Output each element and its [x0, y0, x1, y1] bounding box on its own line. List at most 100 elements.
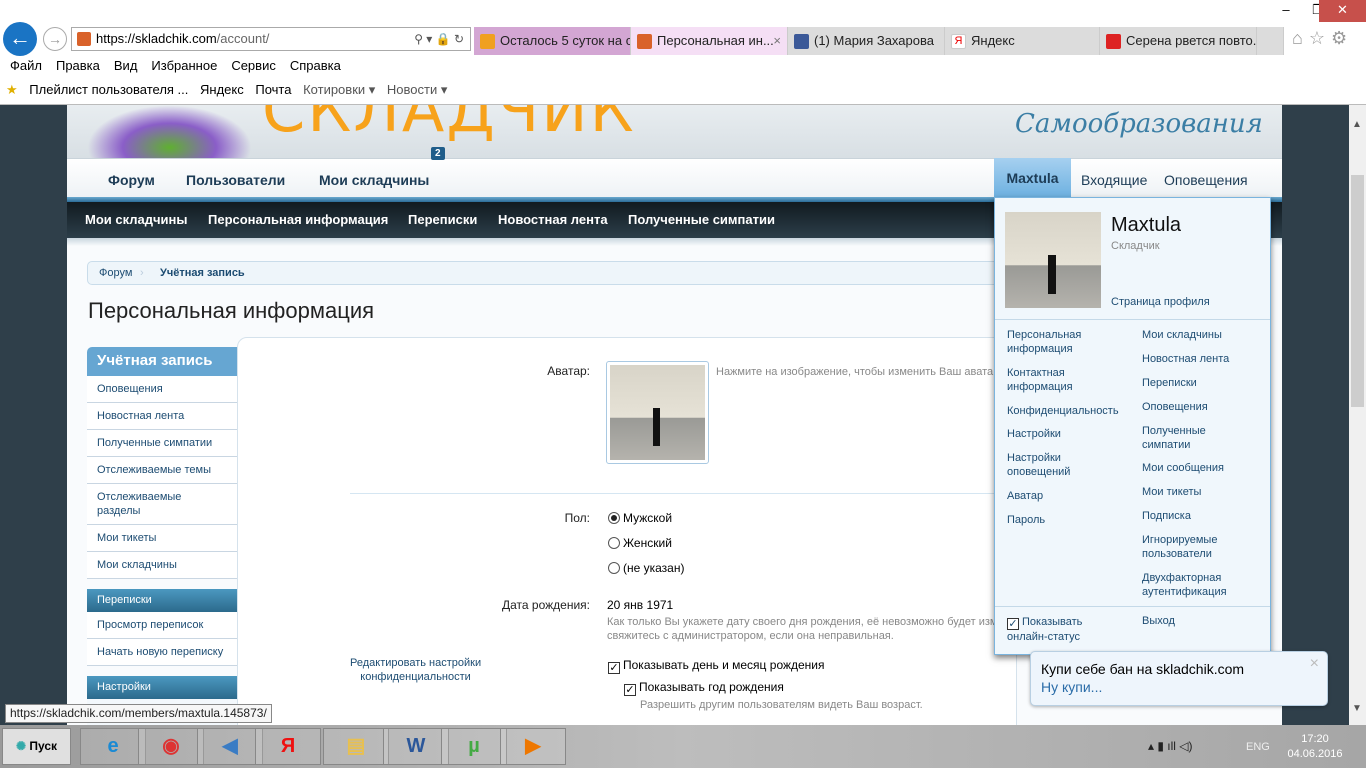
subnav-likes[interactable]: Полученные симпатии [628, 212, 775, 227]
nav-users[interactable]: Пользователи [186, 172, 285, 188]
avatar-button[interactable] [606, 361, 709, 464]
menu-help[interactable]: Справка [290, 58, 341, 73]
browser-tab[interactable]: Я Яндекс [945, 27, 1100, 55]
scroll-down-icon[interactable]: ▼ [1352, 703, 1362, 714]
notification-link[interactable]: Ну купи... [1041, 679, 1317, 695]
fav-playlist[interactable]: Плейлист пользователя ... [29, 82, 188, 97]
subnav-news-feed[interactable]: Новостная лента [498, 212, 608, 227]
menu-edit[interactable]: Правка [56, 58, 100, 73]
page-scrollbar[interactable]: ▲ ▼ [1349, 105, 1366, 725]
menu-tools[interactable]: Сервис [231, 58, 276, 73]
user-menu-tab[interactable]: Maxtula [994, 158, 1071, 198]
nav-my-skladchiny[interactable]: Мои складчины [319, 172, 429, 188]
taskbar-media[interactable]: ▶ [500, 728, 566, 765]
sidebar-item[interactable]: Новостная лента [87, 403, 237, 430]
subnav-my-skladchiny[interactable]: Мои складчины [85, 212, 188, 227]
dropdown-link[interactable]: Переписки [1142, 376, 1197, 390]
privacy-settings-link[interactable]: Редактировать настройки конфиденциальност… [350, 656, 481, 684]
dropdown-link[interactable]: Подписка [1142, 509, 1191, 523]
back-button[interactable]: ← [3, 22, 37, 56]
dropdown-link[interactable]: Новостная лента [1142, 352, 1229, 366]
breadcrumb-account[interactable]: Учётная запись [160, 267, 245, 279]
menu-view[interactable]: Вид [114, 58, 138, 73]
sidebar-item[interactable]: Полученные симпатии [87, 430, 237, 457]
show-year-checkbox[interactable]: ✓ Показывать год рождения [624, 680, 784, 696]
browser-tab[interactable]: Серена рвется повто... [1100, 27, 1257, 55]
dropdown-link[interactable]: Оповещения [1142, 400, 1208, 414]
sidebar-item[interactable]: Отслеживаемые разделы [87, 484, 237, 525]
settings-icon[interactable]: ⚙ [1331, 28, 1353, 48]
nav-forum[interactable]: Форум [108, 172, 155, 188]
taskbar-utorrent[interactable]: µ [441, 728, 507, 765]
home-icon[interactable]: ⌂ [1292, 28, 1309, 48]
logout-link[interactable]: Выход [1142, 614, 1175, 628]
browser-tab-active[interactable]: Персональная ин... × [631, 27, 788, 55]
menu-favorites[interactable]: Избранное [151, 58, 217, 73]
breadcrumb-forum[interactable]: Форум [99, 267, 132, 279]
favorites-icon[interactable]: ☆ [1309, 28, 1331, 48]
address-tools-icon[interactable]: ⚲ ▾ 🔒 ↻ [414, 28, 464, 50]
site-logo[interactable]: СКЛАДЧИК [262, 105, 636, 146]
dropdown-link[interactable]: Мои сообщения [1142, 461, 1224, 475]
scroll-up-icon[interactable]: ▲ [1352, 119, 1362, 130]
dropdown-link[interactable]: Настройки оповещений [1007, 451, 1107, 479]
online-status-checkbox[interactable]: ✓ Показывать онлайн-статус [1007, 615, 1107, 644]
sidebar-item[interactable]: Оповещения [87, 376, 237, 403]
dropdown-link[interactable]: Настройки [1007, 427, 1061, 441]
nav-inbox[interactable]: Входящие [1081, 172, 1147, 188]
dropdown-link[interactable]: Игнорируемые пользователи [1142, 533, 1232, 561]
gender-female-radio[interactable]: Женский [608, 536, 672, 550]
address-bar[interactable]: https://skladchik.com/account/ ⚲ ▾ 🔒 ↻ [71, 27, 471, 51]
taskbar-word[interactable]: W [383, 728, 449, 765]
dropdown-link[interactable]: Аватар [1007, 489, 1043, 503]
sidebar-item[interactable]: Мои тикеты [87, 525, 237, 552]
menu-file[interactable]: Файл [10, 58, 42, 73]
sidebar-item[interactable]: Отслеживаемые темы [87, 457, 237, 484]
forward-button[interactable]: → [43, 27, 67, 51]
taskbar-audio[interactable]: ◀ [197, 728, 263, 765]
clock[interactable]: 17:20 04.06.2016 [1285, 732, 1345, 762]
show-day-month-checkbox[interactable]: ✓ Показывать день и месяц рождения [608, 658, 825, 674]
scrollbar-thumb[interactable] [1351, 175, 1364, 407]
gender-unspecified-radio[interactable]: (не указан) [608, 561, 684, 575]
dropdown-link[interactable]: Полученные симпатии [1142, 424, 1222, 452]
nav-alerts[interactable]: Оповещения [1164, 172, 1248, 188]
taskbar-ie[interactable]: e [80, 728, 146, 765]
fav-mail[interactable]: Почта [255, 82, 291, 97]
start-button[interactable]: ✺ Пуск [2, 728, 71, 765]
profile-page-link[interactable]: Страница профиля [1111, 296, 1210, 308]
dropdown-link[interactable]: Конфиденциальность [1007, 404, 1119, 418]
new-tab-button[interactable] [1257, 27, 1284, 55]
language-indicator[interactable]: ENG [1246, 741, 1270, 753]
dropdown-link[interactable]: Мои тикеты [1142, 485, 1201, 499]
dropdown-link[interactable]: Контактная информация [1007, 366, 1107, 394]
dropdown-link[interactable]: Пароль [1007, 513, 1045, 527]
sidebar-item[interactable]: Просмотр переписок [87, 612, 237, 639]
dropdown-username[interactable]: Maxtula [1111, 214, 1181, 237]
sidebar-item[interactable]: Мои складчины [87, 552, 237, 579]
taskbar-yandex[interactable]: Я [255, 728, 321, 765]
sidebar-item[interactable]: Начать новую переписку [87, 639, 237, 666]
close-tab-icon[interactable]: × [773, 27, 781, 55]
add-favorite-icon[interactable]: ★ [6, 82, 18, 97]
subnav-conversations[interactable]: Переписки [408, 212, 477, 227]
tray-icons[interactable]: ▴ ▮ ıll ◁) [1148, 739, 1193, 753]
dropdown-link[interactable]: Двухфакторная аутентификация [1142, 571, 1242, 599]
fav-news[interactable]: Новости ▾ [387, 82, 447, 97]
minimize-button[interactable]: – [1270, 0, 1302, 22]
subnav-personal-info[interactable]: Персональная информация [208, 212, 388, 227]
fav-quotes[interactable]: Котировки ▾ [303, 82, 375, 97]
dropdown-link[interactable]: Персональная информация [1007, 328, 1127, 356]
gender-label: Пол: [564, 511, 590, 525]
browser-tab[interactable]: (1) Мария Захарова [788, 27, 945, 55]
browser-tab[interactable]: Осталось 5 суток на о... [474, 27, 631, 55]
dropdown-link[interactable]: Мои складчины [1142, 328, 1222, 342]
taskbar-chrome[interactable]: ◉ [138, 728, 204, 765]
fav-yandex[interactable]: Яндекс [200, 82, 244, 97]
gender-male-radio[interactable]: Мужской [608, 511, 672, 525]
dropdown-avatar[interactable] [1005, 212, 1101, 308]
close-icon[interactable]: × [1310, 655, 1319, 673]
main-nav: Форум Пользователи Мои складчины Входящи… [67, 158, 1282, 197]
close-window-button[interactable]: ✕ [1319, 0, 1366, 22]
taskbar-explorer[interactable]: ▤ [323, 728, 389, 765]
